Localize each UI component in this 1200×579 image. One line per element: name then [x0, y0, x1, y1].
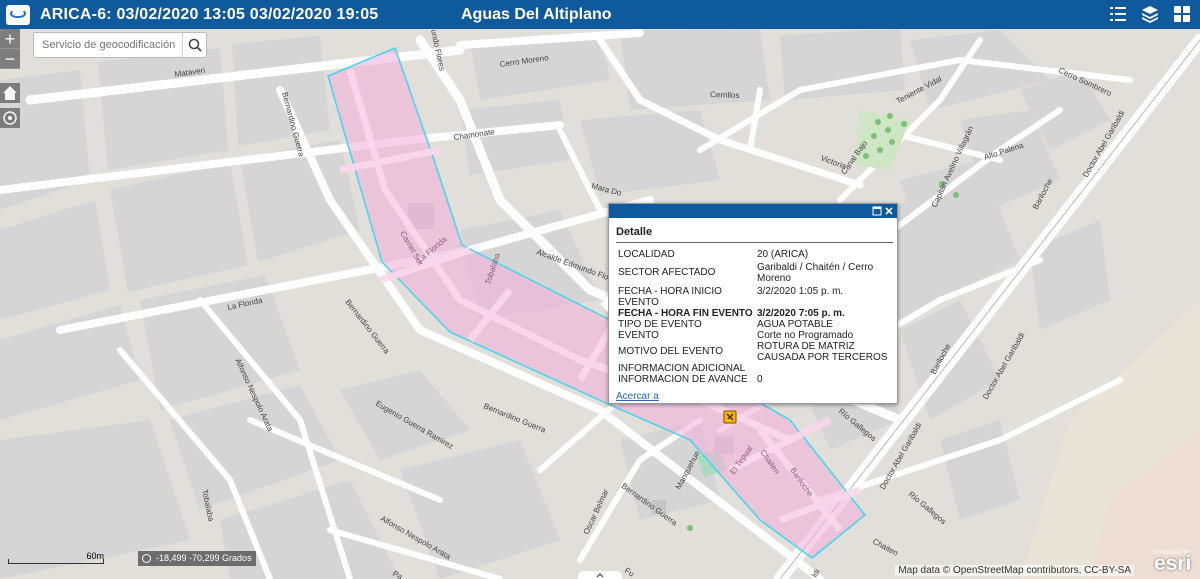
search-icon: [188, 38, 202, 52]
organization-name: Aguas Del Altiplano: [461, 6, 612, 23]
divider: [616, 242, 893, 243]
header-toolbar: [1108, 4, 1192, 24]
scale-line: [8, 559, 104, 564]
search-button[interactable]: [182, 33, 206, 57]
attribute-row: MOTIVO DEL EVENTO ROTURA DE MATRIZ CAUSAD…: [609, 341, 897, 363]
page-title: ARICA-6: 03/02/2020 13:05 03/02/2020 19:…: [40, 5, 379, 23]
attribute-row: FECHA - HORA FIN EVENTO 3/2/2020 7:05 p. …: [609, 308, 897, 319]
attribute-value: 0: [757, 374, 763, 385]
esri-logo[interactable]: POWERED BY esri: [1152, 550, 1196, 576]
crosshair-icon: [142, 554, 151, 563]
locate-button[interactable]: [0, 108, 20, 128]
attribute-key: TIPO DE EVENTO: [618, 319, 702, 330]
attribute-value: Garibaldi / Chaitén / Cerro Moreno: [757, 262, 874, 284]
zoom-out-button[interactable]: −: [0, 49, 20, 69]
detail-popup: Detalle LOCALIDAD 20 (ARICA) SECTOR AFECT…: [608, 203, 898, 404]
layers-icon[interactable]: [1140, 4, 1160, 24]
popup-titlebar: [609, 204, 897, 218]
attribute-row: TIPO DE EVENTO AGUA POTABLE: [609, 319, 897, 330]
attribute-key: SECTOR AFECTADO: [618, 267, 716, 278]
zoom-to-link[interactable]: Acercar a: [616, 391, 659, 402]
home-icon: [3, 86, 17, 100]
attribute-key: LOCALIDAD: [618, 249, 675, 260]
attribute-value: ROTURA DE MATRIZ CAUSADA POR TERCEROS: [757, 341, 888, 363]
attribute-key: FECHA - HORA INICIO EVENTO: [618, 286, 722, 308]
attribute-row: LOCALIDAD 20 (ARICA): [609, 249, 897, 260]
zoom-control: + −: [0, 29, 20, 69]
popup-pointer: [600, 296, 608, 312]
attribute-value: AGUA POTABLE: [757, 319, 833, 330]
aguas-logo-icon: [6, 4, 30, 25]
attribute-row: FECHA - HORA INICIO EVENTO 3/2/2020 1:05 …: [609, 286, 897, 308]
esri-brand-text: esri: [1154, 552, 1192, 575]
attribute-key: MOTIVO DEL EVENTO: [618, 346, 724, 357]
basemap-grid-icon[interactable]: [1172, 4, 1192, 24]
scale-bar: 60m: [8, 551, 104, 565]
coordinate-display[interactable]: -18,499 -70,299 Grados: [138, 551, 256, 566]
popup-title: Detalle: [616, 226, 653, 238]
attribute-row: INFORMACION DE AVANCE 0: [609, 374, 897, 385]
app-header: ARICA-6: 03/02/2020 13:05 03/02/2020 19:…: [0, 0, 1200, 29]
close-icon[interactable]: [884, 206, 894, 216]
expand-panel-tab[interactable]: [578, 571, 622, 579]
home-button[interactable]: [0, 83, 20, 103]
popup-attributes: LOCALIDAD 20 (ARICA) SECTOR AFECTADO Garib…: [609, 249, 897, 385]
map-attribution: Map data © OpenStreetMap contributors, C…: [895, 565, 1134, 576]
attribute-row: INFORMACION ADICIONAL: [609, 363, 897, 374]
zoom-in-button[interactable]: +: [0, 29, 20, 49]
attribute-key: EVENTO: [618, 330, 659, 341]
incident-marker-icon[interactable]: [723, 410, 737, 424]
attribute-value: 20 (ARICA): [757, 249, 809, 260]
app-window: Mataveri Cerro Moreno Cerrillos Chamonat…: [0, 0, 1200, 579]
attribute-value: 3/2/2020 1:05 p. m.: [757, 286, 844, 297]
chevron-up-icon: [596, 573, 604, 578]
attribute-value: 3/2/2020 7:05 p. m.: [757, 308, 845, 319]
coordinate-text: -18,499 -70,299 Grados: [156, 553, 252, 563]
attribute-row: SECTOR AFECTADO Garibaldi / Chaitén / Cer…: [609, 262, 897, 284]
attribute-row: EVENTO Corte no Programado: [609, 330, 897, 341]
maximize-icon[interactable]: [872, 206, 882, 216]
attribute-key: INFORMACION DE AVANCE: [618, 374, 748, 385]
attribute-value: Corte no Programado: [757, 330, 854, 341]
attribute-key: FECHA - HORA FIN EVENTO: [618, 308, 753, 319]
search-input[interactable]: [34, 33, 182, 57]
list-icon[interactable]: [1108, 4, 1128, 24]
geocoder-search: [33, 32, 207, 58]
locate-icon: [3, 111, 17, 125]
attribute-value: [757, 363, 892, 374]
street-label: Cerrillos: [710, 90, 740, 100]
attribute-key: INFORMACION ADICIONAL: [618, 363, 746, 374]
